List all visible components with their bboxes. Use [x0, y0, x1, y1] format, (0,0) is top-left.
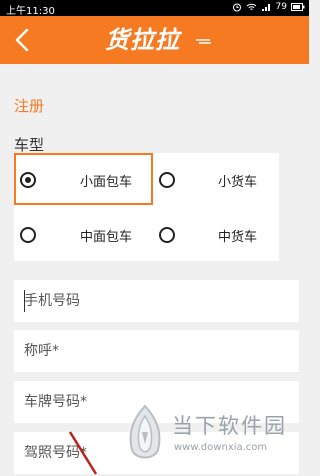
chevron-left-icon: [15, 28, 29, 52]
radio-checked[interactable]: [20, 172, 36, 188]
wifi-icon: [246, 3, 256, 10]
back-button[interactable]: [8, 24, 38, 56]
status-bar: 上午11:30 79: [0, 0, 309, 17]
phone-field[interactable]: [14, 280, 299, 322]
battery-level: 79: [275, 2, 287, 12]
battery-icon: [291, 3, 305, 11]
car-option-medium-truck[interactable]: 中货车: [152, 208, 279, 260]
watermark-name: 当下软件园: [172, 414, 287, 438]
car-option-small-truck[interactable]: 小货车: [152, 153, 279, 205]
phone-input[interactable]: [14, 280, 299, 322]
watermark-url: www.downxia.com: [174, 442, 268, 453]
text-cursor: [24, 290, 25, 312]
app-bar: 货拉拉: [0, 16, 309, 64]
car-option-label: 小货车: [218, 175, 258, 190]
brand-swoosh-icon: [196, 39, 211, 44]
register-title: 注册: [14, 97, 45, 115]
car-option-medium-van[interactable]: 中面包车: [14, 208, 153, 260]
car-type-group: 小面包车 小货车 中面包车 中货车: [14, 153, 279, 261]
name-input[interactable]: [14, 330, 299, 372]
status-time: 上午11:30: [6, 6, 55, 17]
radio-unchecked[interactable]: [159, 172, 175, 188]
radio-unchecked[interactable]: [159, 227, 175, 243]
signal-icon: [261, 4, 270, 11]
annotation-arrow: [68, 431, 98, 475]
car-option-label: 中面包车: [80, 230, 133, 245]
name-field[interactable]: [14, 330, 299, 372]
radio-unchecked[interactable]: [20, 227, 36, 243]
car-option-small-van[interactable]: 小面包车: [14, 153, 153, 205]
watermark-logo-icon: [129, 404, 161, 459]
car-type-label: 车型: [14, 136, 45, 154]
alarm-icon: [232, 3, 241, 12]
status-icons: 79: [232, 2, 305, 12]
watermark: 当下软件园 www.downxia.com: [120, 402, 309, 466]
car-option-label: 中货车: [218, 230, 258, 245]
car-option-label: 小面包车: [80, 175, 133, 190]
